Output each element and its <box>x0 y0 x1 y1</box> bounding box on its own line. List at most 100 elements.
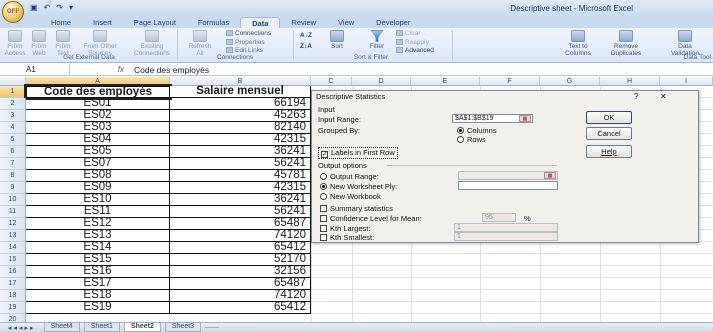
text-to-columns-button[interactable]: Text to Columns <box>560 30 596 57</box>
refresh-all-button[interactable]: Refresh All <box>180 30 220 57</box>
tab-view[interactable]: View <box>327 17 365 28</box>
rows-radio[interactable]: Rows <box>457 135 486 144</box>
output-options-label: Output options <box>318 161 367 170</box>
range-selector-icon[interactable]: ▦ <box>519 115 531 122</box>
from-text-button[interactable]: From Text <box>52 30 74 57</box>
ribbon-tab-bar: Home Insert Page Layout Formulas Data Re… <box>0 17 713 28</box>
sheet-tab-sheet3[interactable]: Sheet3 <box>164 323 202 332</box>
name-box[interactable]: A1 <box>0 63 70 76</box>
row-header[interactable]: 11 <box>0 206 26 218</box>
from-access-button[interactable]: From Access <box>4 30 26 57</box>
select-all-corner[interactable] <box>0 77 26 86</box>
sort-ascending-button[interactable]: A↓Z <box>300 32 312 40</box>
kth-largest-checkbox[interactable]: Kth Largest: <box>320 224 370 233</box>
range-selector-icon[interactable]: ▦ <box>544 172 556 179</box>
filter-button[interactable]: Filter <box>362 30 392 50</box>
formula-bar: A1 fx Code des employés <box>0 63 713 76</box>
column-header-h[interactable]: H <box>600 77 660 86</box>
row-header[interactable]: 13 <box>0 230 26 242</box>
row-header[interactable]: 2 <box>0 98 26 110</box>
tab-page-layout[interactable]: Page Layout <box>123 17 187 28</box>
clear-button[interactable]: Clear <box>396 30 421 38</box>
ok-button[interactable]: OK <box>586 111 632 124</box>
insert-sheet-icon[interactable] <box>205 327 220 328</box>
sheet-tab-sheet4[interactable]: Sheet4 <box>43 323 80 332</box>
sort-descending-button[interactable]: Z↓A <box>300 43 312 51</box>
column-header-c[interactable]: C <box>311 77 352 86</box>
confidence-level-field[interactable]: 95 <box>482 213 516 222</box>
row-header[interactable]: 14 <box>0 242 26 254</box>
close-icon[interactable]: ✕ <box>660 91 667 102</box>
column-header-a[interactable]: A <box>26 77 170 86</box>
columns-radio[interactable]: Columns <box>457 126 497 135</box>
tab-review[interactable]: Review <box>280 17 327 28</box>
remove-duplicates-icon <box>619 30 633 42</box>
formula-input[interactable]: Code des employés <box>130 65 209 75</box>
sheet-tab-sheet1[interactable]: Sheet1 <box>83 323 120 332</box>
column-header-e[interactable]: E <box>411 77 480 86</box>
radio-icon <box>320 173 327 180</box>
row-header[interactable]: 1 <box>0 86 26 98</box>
row-header[interactable]: 7 <box>0 158 26 170</box>
sheet-tab-sheet2[interactable]: Sheet2 <box>123 323 161 332</box>
connections-button[interactable]: Connections <box>226 30 271 38</box>
row-header[interactable]: 16 <box>0 266 26 278</box>
row-header[interactable]: 19 <box>0 302 26 314</box>
checkbox-icon <box>320 215 327 222</box>
help-icon[interactable]: ? <box>634 91 638 102</box>
output-range-field[interactable]: ▦ <box>458 171 558 180</box>
kth-smallest-checkbox[interactable]: Kth Smallest: <box>320 233 374 242</box>
column-header-d[interactable]: D <box>352 77 411 86</box>
from-other-sources-button[interactable]: From Other Sources <box>78 30 122 57</box>
new-worksheet-radio[interactable]: New Worksheet Ply: <box>320 182 397 191</box>
from-web-button[interactable]: From Web <box>28 30 50 57</box>
data-validation-icon <box>678 30 692 42</box>
grouped-by-label: Grouped By: <box>318 126 361 135</box>
row-header[interactable]: 3 <box>0 110 26 122</box>
column-header-g[interactable]: G <box>540 77 600 86</box>
row-header[interactable]: 10 <box>0 194 26 206</box>
row-header[interactable]: 12 <box>0 218 26 230</box>
row-header[interactable]: 15 <box>0 254 26 266</box>
tab-insert[interactable]: Insert <box>82 17 123 28</box>
existing-connections-button[interactable]: Existing Connections <box>130 30 174 57</box>
sheet-navigation-arrows[interactable]: ◂◂◂▸▸ <box>8 324 36 332</box>
kth-smallest-field[interactable]: 1 <box>454 232 558 241</box>
employee-code-cell[interactable]: ES19 <box>26 301 170 314</box>
confidence-level-checkbox[interactable]: Confidence Level for Mean: <box>320 214 422 223</box>
properties-button[interactable]: Properties <box>226 39 265 47</box>
tab-formulas[interactable]: Formulas <box>187 17 240 28</box>
group-sort-filter: Sort & Filter <box>353 54 389 61</box>
row-header[interactable]: 17 <box>0 278 26 290</box>
help-button[interactable]: Help <box>586 145 632 158</box>
row-header[interactable]: 18 <box>0 290 26 302</box>
cancel-button[interactable]: Cancel <box>586 127 632 140</box>
row-header[interactable]: 9 <box>0 182 26 194</box>
summary-statistics-checkbox[interactable]: Summary statistics <box>320 204 393 213</box>
data-validation-button[interactable]: Data Validation <box>660 30 710 57</box>
row-header[interactable]: 4 <box>0 122 26 134</box>
new-workbook-radio[interactable]: New Workbook <box>320 192 381 201</box>
input-range-field[interactable]: $A$1:$B$19 ▦ <box>452 114 533 123</box>
filter-icon <box>370 30 384 42</box>
tab-developer[interactable]: Developer <box>365 17 421 28</box>
column-header-i[interactable]: I <box>660 77 713 86</box>
row-header[interactable]: 8 <box>0 170 26 182</box>
advanced-filter-icon <box>396 47 403 53</box>
row-header[interactable]: 20 <box>0 314 26 322</box>
tab-data[interactable]: Data <box>240 17 281 28</box>
output-range-radio[interactable]: Output Range: <box>320 172 379 181</box>
reapply-button[interactable]: Reapply <box>396 39 429 47</box>
remove-duplicates-button[interactable]: Remove Duplicates <box>604 30 648 57</box>
function-icon[interactable]: fx <box>70 65 130 74</box>
tab-home[interactable]: Home <box>40 17 82 28</box>
row-header[interactable]: 5 <box>0 134 26 146</box>
new-worksheet-name-field[interactable] <box>458 181 558 190</box>
labels-first-row-checkbox[interactable]: ✓ Labels in First Row <box>318 147 398 159</box>
monthly-salary-cell[interactable]: 65412 <box>170 301 311 314</box>
kth-largest-field[interactable]: 1 <box>454 223 558 232</box>
office-button[interactable]: OFF <box>2 1 24 23</box>
column-header-f[interactable]: F <box>480 77 540 86</box>
sort-button[interactable]: Sort <box>320 30 354 50</box>
row-header[interactable]: 6 <box>0 146 26 158</box>
